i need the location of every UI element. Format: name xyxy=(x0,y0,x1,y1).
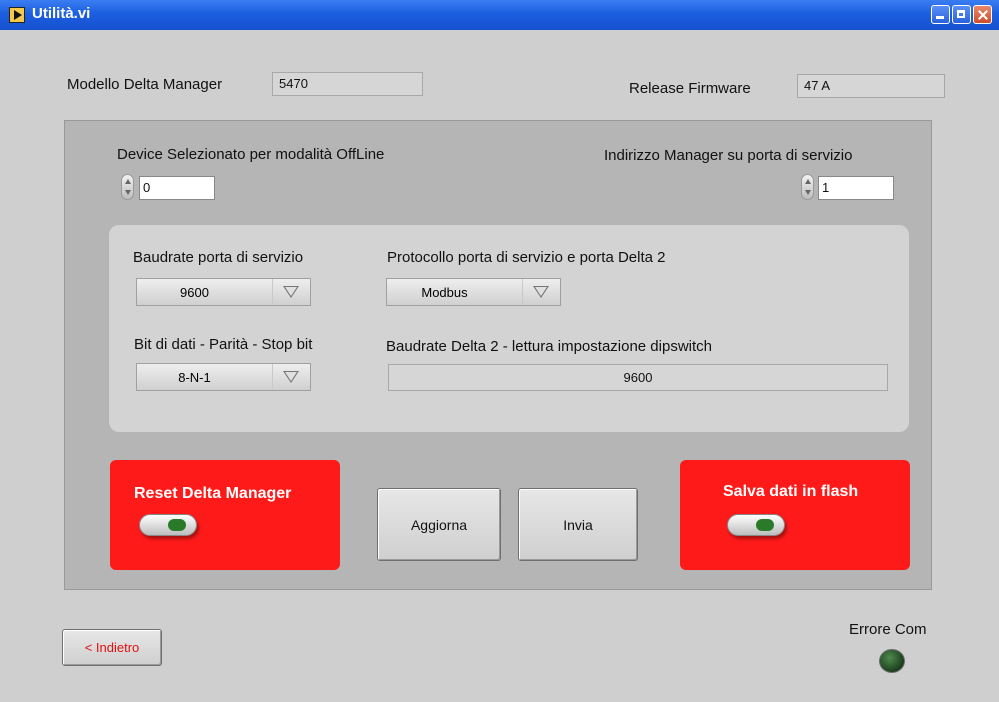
model-indicator: 5470 xyxy=(272,72,423,96)
window-title: Utilità.vi xyxy=(32,5,91,22)
offline-device-input[interactable]: 0 xyxy=(139,176,215,200)
reset-label: Reset Delta Manager xyxy=(134,485,292,502)
data-bits-select[interactable]: 8-N-1 xyxy=(136,363,311,391)
minimize-icon[interactable] xyxy=(931,5,950,24)
manager-address-input[interactable]: 1 xyxy=(818,176,894,200)
firmware-label: Release Firmware xyxy=(629,80,751,97)
protocol-label: Protocollo porta di servizio e porta Del… xyxy=(387,249,666,266)
manager-address-spinner-icon[interactable] xyxy=(801,174,814,200)
app-window: Utilità.vi Modello Delta Manager 5470 Re… xyxy=(0,0,999,702)
send-button[interactable]: Invia xyxy=(518,488,638,561)
back-button[interactable]: < Indietro xyxy=(62,629,162,666)
dropdown-arrow-icon xyxy=(272,279,310,305)
close-icon[interactable] xyxy=(973,5,992,24)
protocol-select[interactable]: Modbus xyxy=(386,278,561,306)
save-flash-toggle-switch[interactable] xyxy=(727,514,785,536)
delta2-baud-indicator: 9600 xyxy=(388,364,888,391)
delta2-baud-label: Baudrate Delta 2 - lettura impostazione … xyxy=(386,338,713,355)
service-baud-label: Baudrate porta di servizio xyxy=(133,249,304,266)
service-baud-value: 9600 xyxy=(180,285,209,300)
offline-device-spinner-icon[interactable] xyxy=(121,174,134,200)
save-flash-label: Salva dati in flash xyxy=(723,483,859,500)
error-com-label: Errore Com xyxy=(849,621,927,638)
protocol-value: Modbus xyxy=(421,285,468,300)
dropdown-arrow-icon xyxy=(522,279,560,305)
offline-device-label: Device Selezionato per modalità OffLine xyxy=(117,146,385,163)
manager-address-label: Indirizzo Manager su porta di servizio xyxy=(604,147,853,164)
model-label: Modello Delta Manager xyxy=(67,76,223,93)
error-com-led xyxy=(879,649,905,673)
maximize-icon[interactable] xyxy=(952,5,971,24)
data-bits-label: Bit di dati - Parità - Stop bit xyxy=(134,336,313,353)
title-bar: Utilità.vi xyxy=(0,0,999,30)
reset-toggle-switch[interactable] xyxy=(139,514,197,536)
update-button[interactable]: Aggiorna xyxy=(377,488,501,561)
data-bits-value: 8-N-1 xyxy=(178,370,211,385)
labview-vi-icon xyxy=(9,7,25,23)
dropdown-arrow-icon xyxy=(272,364,310,390)
save-flash-box xyxy=(680,460,910,570)
service-baud-select[interactable]: 9600 xyxy=(136,278,311,306)
firmware-indicator: 47 A xyxy=(797,74,945,98)
